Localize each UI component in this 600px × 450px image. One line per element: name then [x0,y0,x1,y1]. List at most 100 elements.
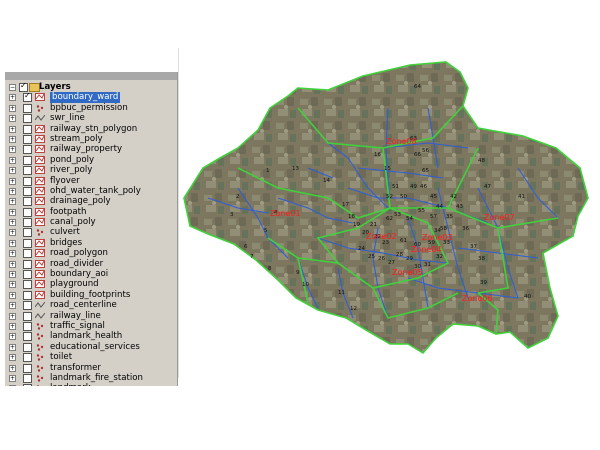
layer-visibility-checkbox[interactable] [23,186,32,196]
expand-icon[interactable]: + [9,260,16,268]
layer-item-swr-line[interactable]: + swr_line [5,113,177,124]
collapse-icon[interactable]: − [9,84,16,91]
layer-visibility-checkbox[interactable] [23,384,32,386]
layer-visibility-checkbox[interactable] [23,290,32,300]
layer-item-landmark-fire-station[interactable]: + landmark_fire_station [5,373,177,383]
layer-visibility-checkbox[interactable] [23,91,32,103]
layer-visibility-checkbox[interactable] [23,176,32,186]
layer-visibility-checkbox[interactable] [23,311,32,321]
layer-item-building-footprints[interactable]: + building_footprints [5,290,177,300]
layer-item-drainage-poly[interactable]: + drainage_poly [5,196,177,207]
expand-icon[interactable]: + [9,322,16,330]
expand-icon[interactable]: + [9,291,16,299]
layer-item-ohd-water-tank-poly[interactable]: + ohd_water_tank_poly [5,186,177,196]
expand-icon[interactable]: + [9,302,16,310]
layer-item-bpbuc-permission[interactable]: + bpbuc_permission [5,103,177,113]
expand-icon[interactable]: + [9,104,16,112]
layer-visibility-checkbox[interactable] [23,259,32,269]
expand-icon[interactable]: + [9,177,16,185]
expand-icon[interactable]: + [9,333,16,341]
expand-icon[interactable]: + [9,198,16,206]
layer-visibility-checkbox[interactable] [23,249,32,259]
expand-icon[interactable]: + [9,115,16,123]
layer-visibility-checkbox[interactable] [23,145,32,155]
expand-icon[interactable]: + [9,167,16,175]
layer-item-culvert[interactable]: + culvert [5,227,177,238]
layer-item-pond-poly[interactable]: + pond_poly [5,155,177,165]
layer-visibility-checkbox[interactable] [23,134,32,144]
layer-item-canal-poly[interactable]: + canal_poly [5,217,177,228]
layer-item-bridges[interactable]: + bridges [5,238,177,248]
zone-label: Zone04 [411,245,442,254]
layer-visibility-checkbox[interactable] [23,342,32,352]
layer-visibility-checkbox[interactable] [23,197,32,207]
ward-number-label: 41 [518,194,525,200]
layer-visibility-checkbox[interactable] [23,301,32,311]
layer-item-footpath[interactable]: + footpath [5,207,177,217]
expand-icon[interactable]: + [9,271,16,279]
ward-number-label: 56 [422,148,429,154]
expand-icon[interactable]: + [9,354,16,362]
layer-item-landmark[interactable]: + landmark [5,383,177,386]
expand-icon[interactable]: + [9,156,16,164]
expand-icon[interactable]: + [9,208,16,216]
ward-number-label: 18 [348,214,355,220]
expand-icon[interactable]: + [9,364,16,372]
layer-item-road-polygon[interactable]: + road_polygon [5,248,177,259]
layer-visibility-checkbox[interactable] [23,363,32,373]
expand-icon[interactable]: + [9,125,16,133]
layer-visibility-checkbox[interactable] [23,114,32,124]
layer-visibility-checkbox[interactable] [23,218,32,228]
expand-icon[interactable]: + [9,135,16,143]
ward-number-label: 38 [478,256,485,262]
layer-visibility-checkbox[interactable] [23,166,32,176]
layer-item-road-centerline[interactable]: + road_centerline [5,300,177,311]
layer-visibility-checkbox[interactable] [23,373,32,383]
expand-icon[interactable]: + [9,239,16,247]
layer-visibility-checkbox[interactable] [23,238,32,248]
expand-icon[interactable]: + [9,312,16,320]
layer-item-boundary-ward[interactable]: + boundary_ward [5,91,177,103]
expand-icon[interactable]: + [9,229,16,237]
layer-item-toilet[interactable]: + toilet [5,352,177,363]
layer-visibility-checkbox[interactable] [23,280,32,290]
expand-icon[interactable]: + [9,343,16,351]
expand-icon[interactable]: + [9,94,16,102]
layer-item-boundary-aoi[interactable]: + boundary_aoi [5,269,177,280]
zone-label: Zone08 [386,137,417,146]
ward-number-label: 46 [420,184,427,190]
point-symbol-icon [35,374,45,382]
layer-visibility-checkbox[interactable] [23,353,32,363]
layer-item-transformer[interactable]: + transformer [5,363,177,373]
layer-item-traffic-signal[interactable]: + traffic_signal [5,321,177,331]
expand-icon[interactable]: + [9,374,16,382]
layer-item-landmark-health[interactable]: + landmark_health [5,331,177,342]
layer-visibility-checkbox[interactable] [23,103,32,113]
expand-icon[interactable]: + [9,146,16,154]
ward-number-label: 24 [358,246,365,252]
layer-item-playground[interactable]: + playground [5,279,177,290]
layer-visibility-checkbox[interactable] [23,321,32,331]
layer-visibility-checkbox[interactable] [23,124,32,134]
expand-icon[interactable]: + [9,385,16,386]
layer-item-railway-stn-polygon[interactable]: + railway_stn_polygon [5,124,177,134]
layers-root-item[interactable]: − Layers [5,81,177,92]
expand-icon[interactable]: + [9,187,16,195]
map-view[interactable]: 6463665648471311423 456789101112161517181… [178,48,600,378]
layer-item-river-poly[interactable]: + river_poly [5,165,177,176]
layer-item-road-divider[interactable]: + road_divider [5,259,177,269]
layer-item-railway-line[interactable]: + railway_line [5,311,177,321]
layer-item-railway-property[interactable]: + railway_property [5,144,177,155]
polygon-symbol-icon [35,218,45,227]
layer-item-flyover[interactable]: + flyover [5,176,177,186]
layer-visibility-checkbox[interactable] [23,270,32,280]
expand-icon[interactable]: + [9,281,16,289]
layer-visibility-checkbox[interactable] [23,228,32,238]
layer-item-educational-services[interactable]: + educational_services [5,342,177,352]
layer-visibility-checkbox[interactable] [23,332,32,342]
expand-icon[interactable]: + [9,219,16,227]
expand-icon[interactable]: + [9,250,16,258]
layer-visibility-checkbox[interactable] [23,155,32,165]
layer-item-stream-poly[interactable]: + stream_poly [5,134,177,144]
layer-visibility-checkbox[interactable] [23,207,32,217]
